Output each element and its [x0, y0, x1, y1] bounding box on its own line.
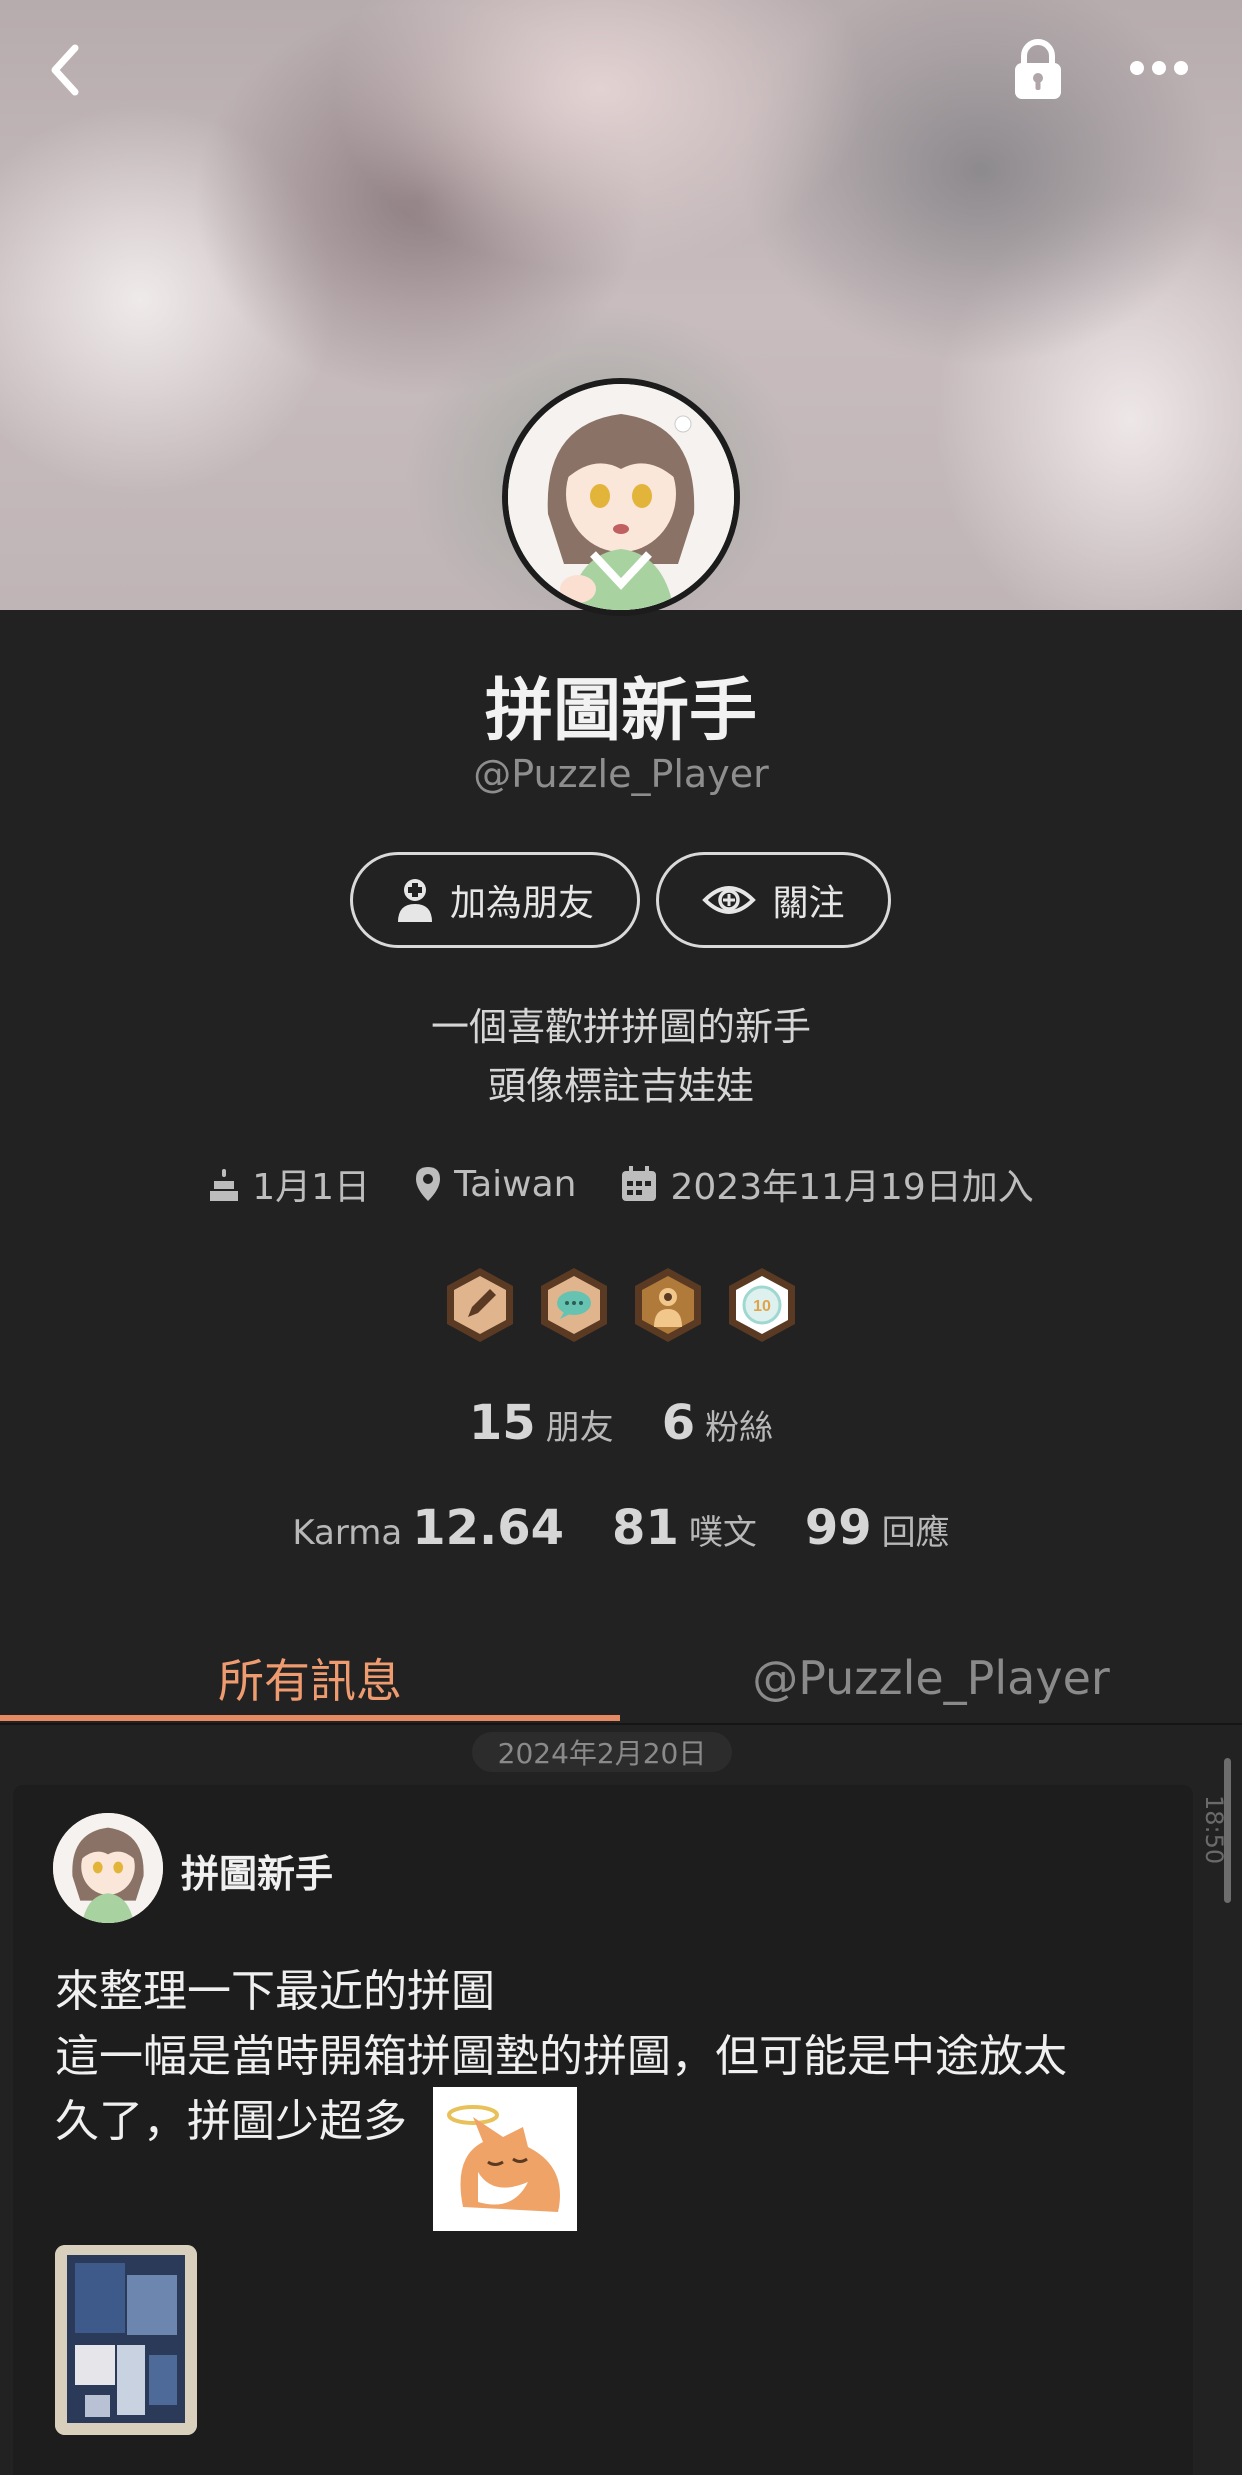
anime-girl-avatar-illustration	[508, 384, 734, 610]
social-stats: 15 朋友 6 粉絲	[0, 1395, 1242, 1451]
add-friend-button[interactable]: 加為朋友	[350, 852, 640, 948]
fox-emoticon-icon	[433, 2087, 577, 2231]
badges-row: 10	[0, 1265, 1242, 1345]
birthday-cake-icon	[210, 1169, 239, 1201]
fans-count: 6	[661, 1395, 696, 1451]
mystery-person-badge-icon[interactable]	[632, 1265, 704, 1345]
activity-stats: Karma 12.64 81 噗文 99 回應	[0, 1500, 1242, 1556]
fans-label: 粉絲	[705, 1408, 774, 1448]
karma-label: Karma	[292, 1513, 403, 1553]
joined-item: 2023年11月19日加入	[620, 1158, 1034, 1210]
puzzle-photo-image	[55, 2245, 197, 2435]
svg-text:10: 10	[753, 1298, 771, 1315]
post-author-name[interactable]: 拼圖新手	[181, 1843, 333, 1898]
follow-button[interactable]: 關注	[656, 852, 891, 948]
post-photo-thumbnail[interactable]	[55, 2245, 197, 2435]
replies-stat: 99 回應	[805, 1500, 950, 1556]
follow-label: 關注	[772, 883, 845, 924]
eye-icon	[702, 886, 757, 914]
timeline-date-pill: 2024年2月20日	[472, 1732, 732, 1772]
bio-line-2: 頭像標註吉娃娃	[487, 1064, 754, 1108]
chevron-left-icon	[51, 44, 79, 96]
anime-girl-avatar-thumb	[53, 1813, 163, 1923]
plurk-post-card[interactable]: 拼圖新手 來整理一下最近的拼圖 這一幅是當時開箱拼圖墊的拼圖，但可能是中途放太 …	[13, 1785, 1193, 2475]
friends-stat[interactable]: 15 朋友	[469, 1395, 614, 1451]
friends-count: 15	[468, 1395, 536, 1451]
joined-text: 2023年11月19日加入	[670, 1167, 1034, 1208]
post-text-line-1: 來整理一下最近的拼圖	[55, 1966, 495, 2017]
profile-meta: 1月1日 Taiwan 2023年11月19日加入	[0, 1158, 1242, 1210]
replies-count: 99	[804, 1500, 872, 1556]
karma-stat: Karma 12.64	[292, 1500, 564, 1556]
profile-display-name: 拼圖新手	[484, 672, 757, 751]
lock-button[interactable]	[1000, 30, 1075, 110]
replies-label: 回應	[881, 1513, 950, 1553]
post-text-line-3: 久了，拼圖少超多	[55, 2096, 407, 2147]
fans-stat[interactable]: 6 粉絲	[662, 1395, 773, 1451]
plurks-label: 噗文	[688, 1513, 757, 1553]
lock-icon	[1014, 39, 1061, 99]
location-text: Taiwan	[454, 1163, 577, 1205]
timeline-scrollbar[interactable]	[1224, 1758, 1231, 1903]
more-options-button[interactable]	[1118, 38, 1200, 98]
ten-badge-icon[interactable]: 10	[726, 1265, 798, 1345]
karma-value: 12.64	[412, 1500, 565, 1556]
plurks-count: 81	[612, 1500, 679, 1556]
tab-user-messages[interactable]: @Puzzle_Player	[620, 1630, 1242, 1725]
location-item: Taiwan	[414, 1164, 576, 1205]
pencil-badge-icon[interactable]	[444, 1265, 516, 1345]
add-user-icon	[397, 879, 432, 922]
active-tab-indicator	[0, 1715, 620, 1721]
profile-avatar[interactable]	[502, 378, 740, 616]
timeline-tabs: 所有訊息 @Puzzle_Player	[0, 1630, 1242, 1725]
add-friend-label: 加為朋友	[449, 883, 594, 924]
sleeping-fox-emoticon	[433, 2087, 577, 2231]
post-text-line-2: 這一幅是當時開箱拼圖墊的拼圖，但可能是中途放太	[55, 2031, 1067, 2082]
birthday-text: 1月1日	[252, 1167, 371, 1208]
profile-handle: @Puzzle_Player	[473, 752, 769, 796]
more-dots-icon	[1130, 61, 1188, 75]
back-button[interactable]	[30, 30, 100, 110]
tab-all-messages[interactable]: 所有訊息	[0, 1630, 620, 1725]
location-pin-icon	[416, 1167, 441, 1201]
bio-line-1: 一個喜歡拼拼圖的新手	[430, 1005, 811, 1049]
friends-label: 朋友	[545, 1408, 614, 1448]
calendar-icon	[622, 1166, 657, 1201]
chat-badge-icon[interactable]	[538, 1265, 610, 1345]
post-author-avatar[interactable]	[53, 1813, 163, 1923]
plurks-stat: 81 噗文	[612, 1500, 757, 1556]
birthday-item: 1月1日	[208, 1158, 370, 1210]
